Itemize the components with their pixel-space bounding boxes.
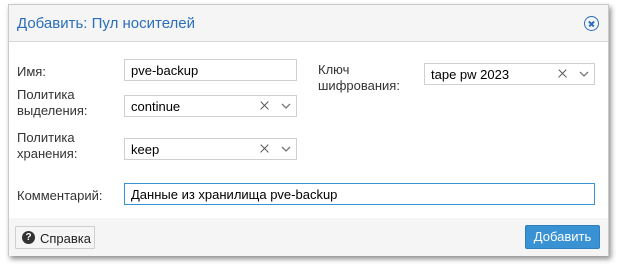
help-button-label: Справка bbox=[40, 231, 91, 246]
chevron-down-icon[interactable] bbox=[280, 142, 292, 156]
retention-policy-label-line2: хранения: bbox=[17, 146, 78, 161]
encryption-key-label-line1: Ключ bbox=[318, 62, 350, 77]
comment-label: Комментарий: bbox=[17, 188, 103, 203]
encryption-key-label-line2: шифрования: bbox=[318, 78, 400, 93]
add-button[interactable]: Добавить bbox=[525, 225, 600, 249]
comment-input[interactable]: Данные из хранилища pve-backup bbox=[124, 183, 595, 205]
allocation-policy-select[interactable]: continue bbox=[124, 95, 297, 117]
comment-value: Данные из хранилища pve-backup bbox=[131, 187, 338, 202]
name-label: Имя: bbox=[17, 64, 46, 79]
name-input[interactable]: pve-backup bbox=[124, 59, 297, 81]
chevron-down-icon[interactable] bbox=[280, 99, 292, 113]
help-button[interactable]: ? Справка bbox=[15, 226, 95, 249]
add-media-pool-dialog: Добавить: Пул носителей Имя: pve-backup … bbox=[8, 4, 609, 256]
name-value: pve-backup bbox=[131, 63, 199, 78]
close-icon[interactable] bbox=[584, 16, 599, 31]
question-circle-icon: ? bbox=[22, 231, 35, 244]
retention-policy-label-line1: Политика bbox=[17, 130, 75, 145]
encryption-key-value: tape pw 2023 bbox=[431, 67, 510, 82]
clear-icon[interactable] bbox=[258, 98, 272, 114]
dialog-body: Имя: pve-backup Политика выделения: cont… bbox=[9, 41, 608, 219]
clear-icon[interactable] bbox=[258, 141, 272, 157]
dialog-title: Добавить: Пул носителей bbox=[17, 15, 196, 32]
retention-policy-value: keep bbox=[131, 142, 160, 157]
clear-icon[interactable] bbox=[556, 66, 570, 82]
retention-policy-select[interactable]: keep bbox=[124, 138, 297, 160]
chevron-down-icon[interactable] bbox=[578, 67, 590, 81]
allocation-policy-value: continue bbox=[131, 99, 181, 114]
dialog-footer: ? Справка Добавить bbox=[9, 218, 608, 256]
encryption-key-select[interactable]: tape pw 2023 bbox=[424, 63, 595, 85]
allocation-policy-label-line2: выделения: bbox=[17, 103, 88, 118]
dialog-titlebar: Добавить: Пул носителей bbox=[9, 5, 608, 41]
allocation-policy-label-line1: Политика bbox=[17, 87, 75, 102]
